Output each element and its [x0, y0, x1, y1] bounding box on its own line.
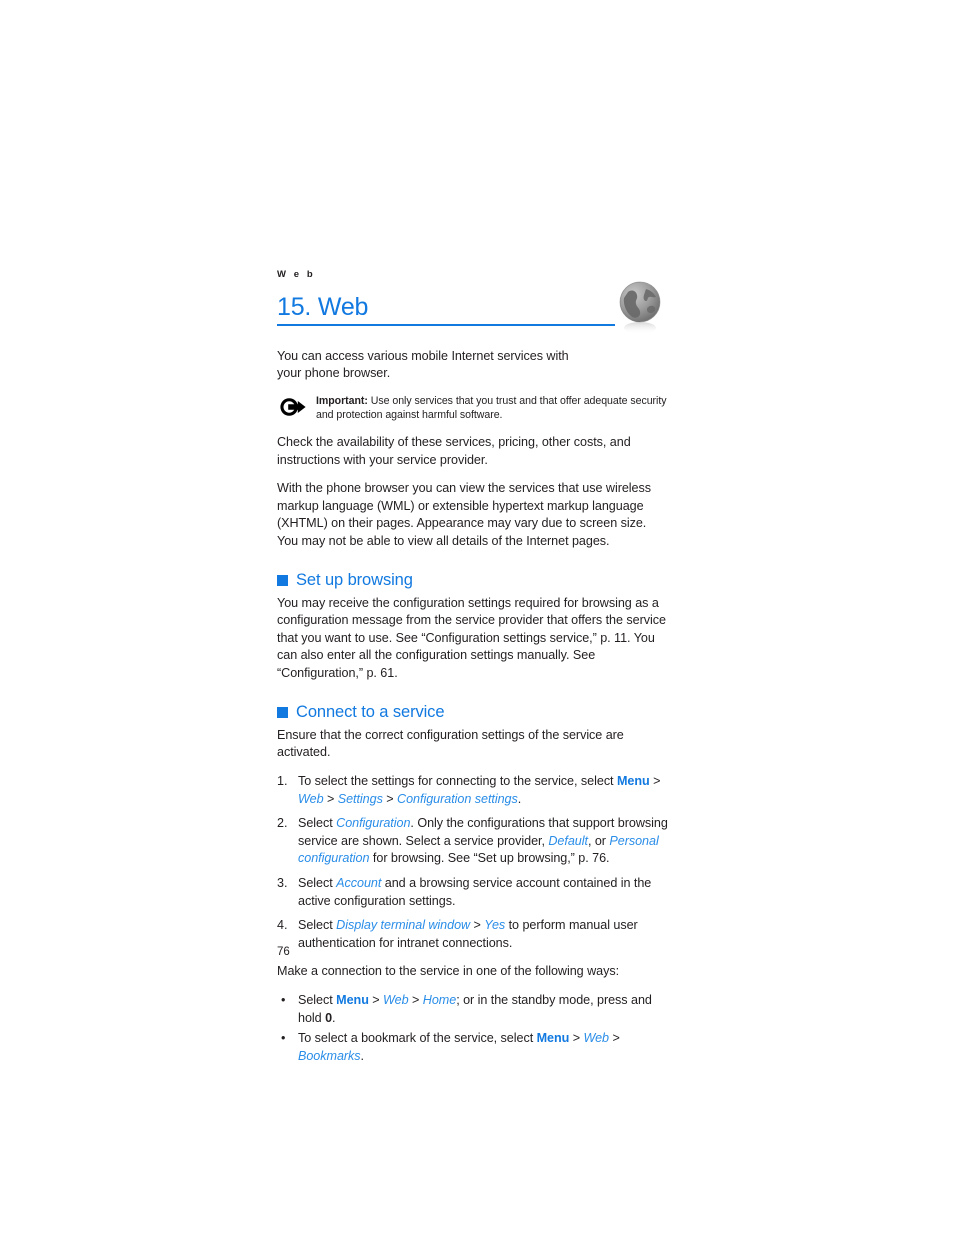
ui-reference-italic: Web — [298, 791, 324, 806]
text-run: Select — [298, 816, 337, 831]
connect-intro-paragraph: Ensure that the correct configuration se… — [277, 727, 624, 760]
text-run: Select — [298, 918, 337, 933]
ui-reference-italic: Configuration settings — [397, 791, 518, 806]
path-separator: > — [368, 992, 384, 1007]
text-run: . — [517, 791, 522, 806]
document-page: W e b 15. Web You can access various mob… — [277, 270, 669, 1068]
list-item: 2. Select Configuration. Only the configu… — [277, 815, 669, 868]
section-title-text: Set up browsing — [296, 570, 413, 589]
ui-reference-italic: Default — [548, 833, 588, 848]
list-item: 3. Select Account and a browsing service … — [277, 875, 669, 910]
ui-reference-italic: Settings — [337, 791, 383, 806]
square-bullet-icon — [277, 707, 288, 719]
set-up-browsing-paragraph: You may receive the configuration settin… — [277, 595, 666, 681]
list-item: 4. Select Display terminal window > Yes t… — [277, 917, 669, 952]
list-item: • Select Menu > Web > Home; or in the sta… — [277, 992, 669, 1027]
text-run: Select — [298, 992, 337, 1007]
intro-paragraph-1: You can access various mobile Internet s… — [277, 348, 569, 381]
ui-reference-italic: Web — [583, 1031, 610, 1046]
important-note: Important: Use only services that you tr… — [277, 394, 669, 423]
list-item: • To select a bookmark of the service, se… — [277, 1030, 669, 1065]
important-body: Use only services that you trust and tha… — [316, 394, 667, 422]
ui-reference-italic: Bookmarks — [298, 1048, 361, 1063]
list-item-text: Select Configuration. Only the configura… — [298, 816, 668, 865]
list-item-text: Select Menu > Web > Home; or in the stan… — [298, 993, 652, 1025]
running-header: W e b — [277, 269, 316, 280]
text-run: To select the settings for connecting to… — [298, 773, 617, 788]
numbered-steps-list: 1. To select the settings for connecting … — [277, 773, 669, 952]
important-note-text: Important: Use only services that you tr… — [316, 394, 669, 423]
intro-paragraph-2: Check the availability of these services… — [277, 434, 631, 467]
important-arrow-icon — [278, 396, 307, 418]
text-run: Select — [298, 875, 337, 890]
globe-icon — [615, 278, 671, 340]
list-item-text: Select Display terminal window > Yes to … — [298, 918, 638, 950]
text-run: . — [360, 1048, 365, 1063]
list-item-number: 2. — [277, 816, 288, 831]
chapter-header: 15. Web — [277, 281, 669, 334]
path-separator: > — [569, 1031, 584, 1046]
page-number: 76 — [277, 946, 290, 958]
list-item-text: To select the settings for connecting to… — [298, 774, 660, 806]
ui-reference-bold: Menu — [536, 1031, 570, 1046]
path-separator: > — [323, 791, 338, 806]
list-item: 1. To select the settings for connecting … — [277, 773, 669, 808]
bullet-marker-icon: • — [281, 992, 286, 1007]
ui-reference-italic: Display terminal window — [336, 918, 471, 933]
ui-reference-italic: Configuration — [336, 816, 411, 831]
ui-reference-italic: Yes — [484, 918, 506, 933]
ui-reference-italic: Home — [422, 992, 457, 1007]
text-run: To select a bookmark of the service, sel… — [298, 1031, 537, 1046]
ui-reference-bold: Menu — [616, 773, 650, 788]
path-separator: > — [470, 918, 485, 933]
square-bullet-icon — [277, 575, 288, 587]
page-title: 15. Web — [277, 292, 369, 321]
list-item-number: 1. — [277, 773, 288, 788]
ui-reference-italic: Web — [383, 992, 409, 1007]
text-run: . — [332, 1010, 336, 1025]
path-separator: > — [609, 1031, 620, 1046]
path-separator: > — [382, 791, 398, 806]
bullet-marker-icon: • — [281, 1031, 286, 1046]
important-label: Important: — [316, 394, 368, 407]
ways-intro-paragraph: Make a connection to the service in one … — [277, 964, 620, 979]
path-separator: > — [649, 773, 661, 788]
bulleted-ways-list: • Select Menu > Web > Home; or in the sta… — [277, 992, 669, 1065]
text-run: for browsing. See “Set up browsing,” p. … — [369, 851, 610, 866]
list-item-number: 4. — [277, 918, 288, 933]
path-separator: > — [408, 992, 423, 1007]
chapter-title-rule — [277, 324, 615, 326]
section-title-text: Connect to a service — [296, 702, 445, 721]
ui-reference-bold: Menu — [336, 992, 369, 1007]
list-item-number: 3. — [277, 875, 288, 890]
key-reference: 0 — [325, 1010, 333, 1025]
text-run: , or — [587, 833, 610, 848]
list-item-text: Select Account and a browsing service ac… — [298, 876, 651, 908]
section-heading-connect-to-a-service: Connect to a service — [277, 703, 669, 721]
list-item-text: To select a bookmark of the service, sel… — [298, 1031, 620, 1063]
ui-reference-italic: Account — [336, 875, 382, 890]
intro-paragraph-3: With the phone browser you can view the … — [277, 481, 651, 548]
section-heading-set-up-browsing: Set up browsing — [277, 571, 669, 589]
